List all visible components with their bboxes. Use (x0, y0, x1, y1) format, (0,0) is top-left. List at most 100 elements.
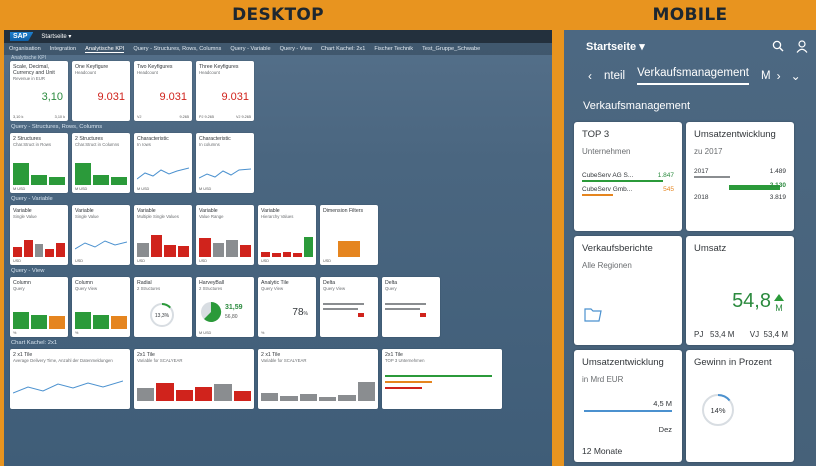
gewinn-tile[interactable]: Gewinn in Prozent 14% (686, 350, 794, 462)
tile-foot-right: 3,10 k (54, 115, 65, 119)
tile-subtitle: Query (385, 286, 397, 291)
tile-foot: 12 Monate (582, 446, 623, 456)
variable-tile[interactable]: Variable Single Value USD (72, 205, 130, 265)
top3-bar (385, 381, 432, 383)
tile-title: Umsatz (694, 243, 727, 254)
structure-tile[interactable]: 2 Structures Char.Struct in Rows M USD (10, 133, 68, 193)
trend-line (584, 410, 672, 412)
tile-subtitle: Revenue in EUR (13, 76, 46, 81)
tab-integration[interactable]: Integration (50, 46, 76, 52)
chart-tile-2x1[interactable]: 2x1 Tile Variable for SCALYEAR (134, 349, 254, 409)
sap-logo: SAP (10, 32, 34, 41)
kpi-tile[interactable]: One Keyfigure Headcount 9.031 (72, 61, 130, 121)
variable-tile[interactable]: Variable Hierarchy Values USD (258, 205, 316, 265)
umsatzentwicklung-mrd-tile[interactable]: Umsatzentwicklung in Mrd EUR 4,5 M Dez 1… (574, 350, 682, 462)
tab-chart-kachel[interactable]: Chart Kachel: 2x1 (321, 46, 365, 52)
view-tile[interactable]: Delta Query View (320, 277, 378, 337)
tab-organisation[interactable]: Organisation (9, 46, 41, 52)
analytic-value: 78% (292, 307, 308, 318)
column-mini-chart (75, 305, 127, 329)
tile-foot: M USD (75, 187, 88, 191)
tab-test-gruppe[interactable]: Test_Gruppe_Schwabe (422, 46, 480, 52)
column-mini-chart (13, 305, 65, 329)
shell-bar: SAP Startseite ▾ (4, 30, 552, 43)
variable-tile[interactable]: Variable Single Value USD (10, 205, 68, 265)
tile-foot: USD (13, 259, 22, 263)
tile-foot-left: VJ (137, 115, 142, 119)
tab-verkaufsmanagement[interactable]: Verkaufsmanagement (637, 67, 749, 85)
structure-tile[interactable]: 2 Structures Char.Struct in Columns M US… (72, 133, 130, 193)
chevron-down-icon[interactable]: ⌄ (791, 69, 801, 83)
line-mini-chart (75, 240, 127, 250)
view-tile[interactable]: Analytic Tile Query View 78% % (258, 277, 316, 337)
variable-tile[interactable]: Variable Multiple Single Values USD (134, 205, 192, 265)
tab-prev[interactable]: nteil (604, 70, 625, 82)
mobile-shell-title[interactable]: Startseite ▾ (586, 40, 645, 53)
tab-query-view[interactable]: Query - View (280, 46, 312, 52)
kpi-tile[interactable]: Three Keyfigures Headcount 9.031 PJ 9.26… (196, 61, 254, 121)
group-tabbar: Organisation Integration Analytische KPI… (4, 43, 552, 55)
view-tile[interactable]: Column Query % (10, 277, 68, 337)
person-icon[interactable] (796, 39, 808, 53)
tile-foot-left: PJ 9.265 (199, 115, 214, 119)
chevron-right-icon[interactable]: › (777, 69, 781, 83)
view-tile[interactable]: Column Query View % (72, 277, 130, 337)
view-tile[interactable]: Delta Query (382, 277, 440, 337)
chart-tile-2x1[interactable]: 2 x1 Tile Average Delivery Time, Anzahl … (10, 349, 130, 409)
tile-value: 9.031 (221, 91, 249, 103)
tile-value: 3,10 (41, 91, 63, 103)
kpi-tile[interactable]: Two Keyfigures Headcount 9.031 VJ 9.265 (134, 61, 192, 121)
umsatzentwicklung-tile[interactable]: Umsatzentwicklung zu 2017 2017 1.489 2.13… (686, 122, 794, 231)
tab-query-structures[interactable]: Query - Structures, Rows, Columns (133, 46, 221, 52)
delta-bar (385, 303, 426, 305)
tile-foot: USD (137, 259, 146, 263)
tile-subtitle: In columns (199, 142, 220, 147)
comparison-bar (694, 176, 730, 178)
kpi-tile[interactable]: Scale, Decimal, Currency and Unit Revenu… (10, 61, 68, 121)
column-mini-chart (75, 161, 127, 185)
shell-title[interactable]: Startseite ▾ (41, 33, 71, 40)
tile-subtitle: Alle Regionen (582, 261, 632, 270)
chart-tile-2x1[interactable]: 2 x1 Tile Variable for SCALYEAR (258, 349, 378, 409)
tab-analytische-kpi[interactable]: Analytische KPI (85, 46, 125, 53)
tile-foot: M USD (137, 187, 150, 191)
tile-subtitle: Query View (261, 286, 284, 291)
chevron-left-icon[interactable]: ‹ (588, 69, 592, 83)
comparison-row: 2017 1.489 (694, 168, 786, 175)
chart-tile-2x1[interactable]: 2x1 Tile TOP 3 Unternehmen (382, 349, 502, 409)
top3-bar (582, 194, 614, 196)
search-icon[interactable] (772, 40, 784, 52)
variable-tile[interactable]: Dimension Filters USD (320, 205, 378, 265)
structure-tile[interactable]: Characteristic In columns M USD (196, 133, 254, 193)
tile-foot-left: 3,10 k (13, 115, 24, 119)
umsatz-tile[interactable]: Umsatz 54,8 M PJ 53,4 M VJ 53,4 M (686, 236, 794, 345)
tile-foot: USD (75, 259, 84, 263)
tile-subtitle: Unternehmen (582, 147, 631, 156)
tile-subtitle: 2 Structures (199, 286, 223, 291)
trend-value: 4,5 M (653, 399, 672, 408)
tile-foot: USD (261, 259, 270, 263)
variable-tile[interactable]: Variable Value Range USD (196, 205, 254, 265)
tile-foot-right: VJ 9.265 (236, 115, 251, 119)
tab-fischer-technik[interactable]: Fischer Technik (374, 46, 413, 52)
verkaufsberichte-tile[interactable]: Verkaufsberichte Alle Regionen (574, 236, 682, 345)
view-tile[interactable]: HarveyBall 2 Structures 31,59 56,80 M US… (196, 277, 254, 337)
structure-tile[interactable]: Characteristic In rows M USD (134, 133, 192, 193)
tab-next[interactable]: M (761, 70, 771, 82)
folder-icon (584, 308, 602, 322)
top3-tile[interactable]: TOP 3 Unternehmen CubeServ AG S... 1.847 … (574, 122, 682, 231)
tile-foot-right: 9.265 (179, 115, 189, 119)
tile-subtitle: Headcount (75, 70, 96, 75)
tile-foot: % (13, 331, 17, 335)
column-mini-chart (13, 161, 65, 185)
column-mini-chart (261, 377, 375, 401)
view-tile[interactable]: Radial 2 Structures 13,3% (134, 277, 192, 337)
variable-tile-row: Variable Single Value USD Variable Singl… (4, 205, 552, 265)
tab-query-variable[interactable]: Query - Variable (230, 46, 270, 52)
column-mini-chart (199, 233, 251, 257)
harvey-value: 31,59 (225, 304, 243, 311)
column-mini-chart (13, 233, 65, 257)
mobile-header: MOBILE (652, 5, 728, 25)
top3-bar (385, 387, 422, 389)
tile-subtitle: Query (13, 286, 25, 291)
